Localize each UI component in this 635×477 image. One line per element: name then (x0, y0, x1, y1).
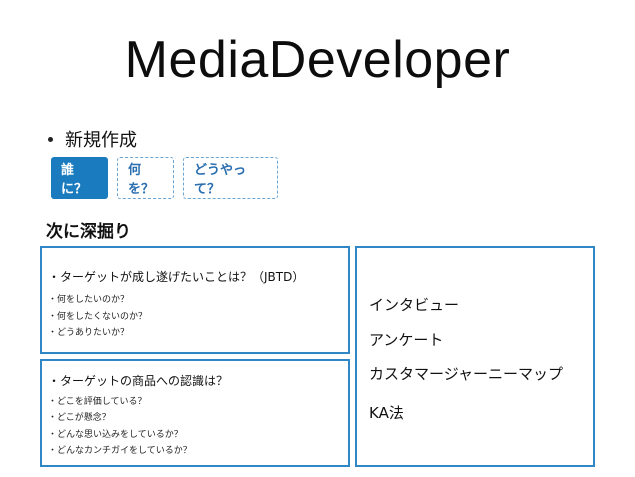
bullet-label: 新規作成 (65, 130, 137, 151)
list-item: ・どんな思い込みをしているか？ (48, 430, 183, 440)
jbtd-title: ・ターゲットが成し遂げたいことは？（JBTD） (48, 270, 305, 284)
method-customer-journey-map: カスタマージャーニーマップ (369, 365, 563, 383)
tab-what[interactable]: 何を？ (117, 157, 174, 199)
method-ka: KA法 (369, 404, 404, 422)
list-item: ・どこが懸念？ (48, 413, 111, 423)
bullet-dot-icon (48, 136, 53, 142)
list-item: ・どんなカンチガイをしているか？ (48, 446, 192, 456)
perception-title: ・ターゲットの商品への認識は？ (48, 374, 229, 388)
jbtd-box: ・ターゲットが成し遂げたいことは？（JBTD） ・何をしたいのか？ ・何をしたく… (40, 246, 350, 354)
page-title: MediaDeveloper (124, 31, 511, 89)
list-item: ・何をしたくないのか？ (48, 312, 148, 322)
section-heading: 次に深掘り (46, 222, 131, 242)
tab-bar: 誰に？ 何を？ どうやって？ (51, 157, 278, 199)
list-item: ・何をしたいのか？ (48, 295, 130, 305)
bullet-new-creation: 新規作成 (48, 126, 137, 152)
methods-box: インタビュー アンケート カスタマージャーニーマップ KA法 (355, 246, 595, 467)
tab-who[interactable]: 誰に？ (51, 157, 108, 199)
method-interview: インタビュー (369, 296, 460, 314)
perception-box: ・ターゲットの商品への認識は？ ・どこを評価している？ ・どこが懸念？ ・どんな… (40, 359, 350, 467)
list-item: ・どこを評価している？ (48, 397, 147, 407)
method-survey: アンケート (369, 331, 444, 349)
tab-how[interactable]: どうやって？ (183, 157, 278, 199)
list-item: ・どうありたいか？ (48, 328, 130, 338)
